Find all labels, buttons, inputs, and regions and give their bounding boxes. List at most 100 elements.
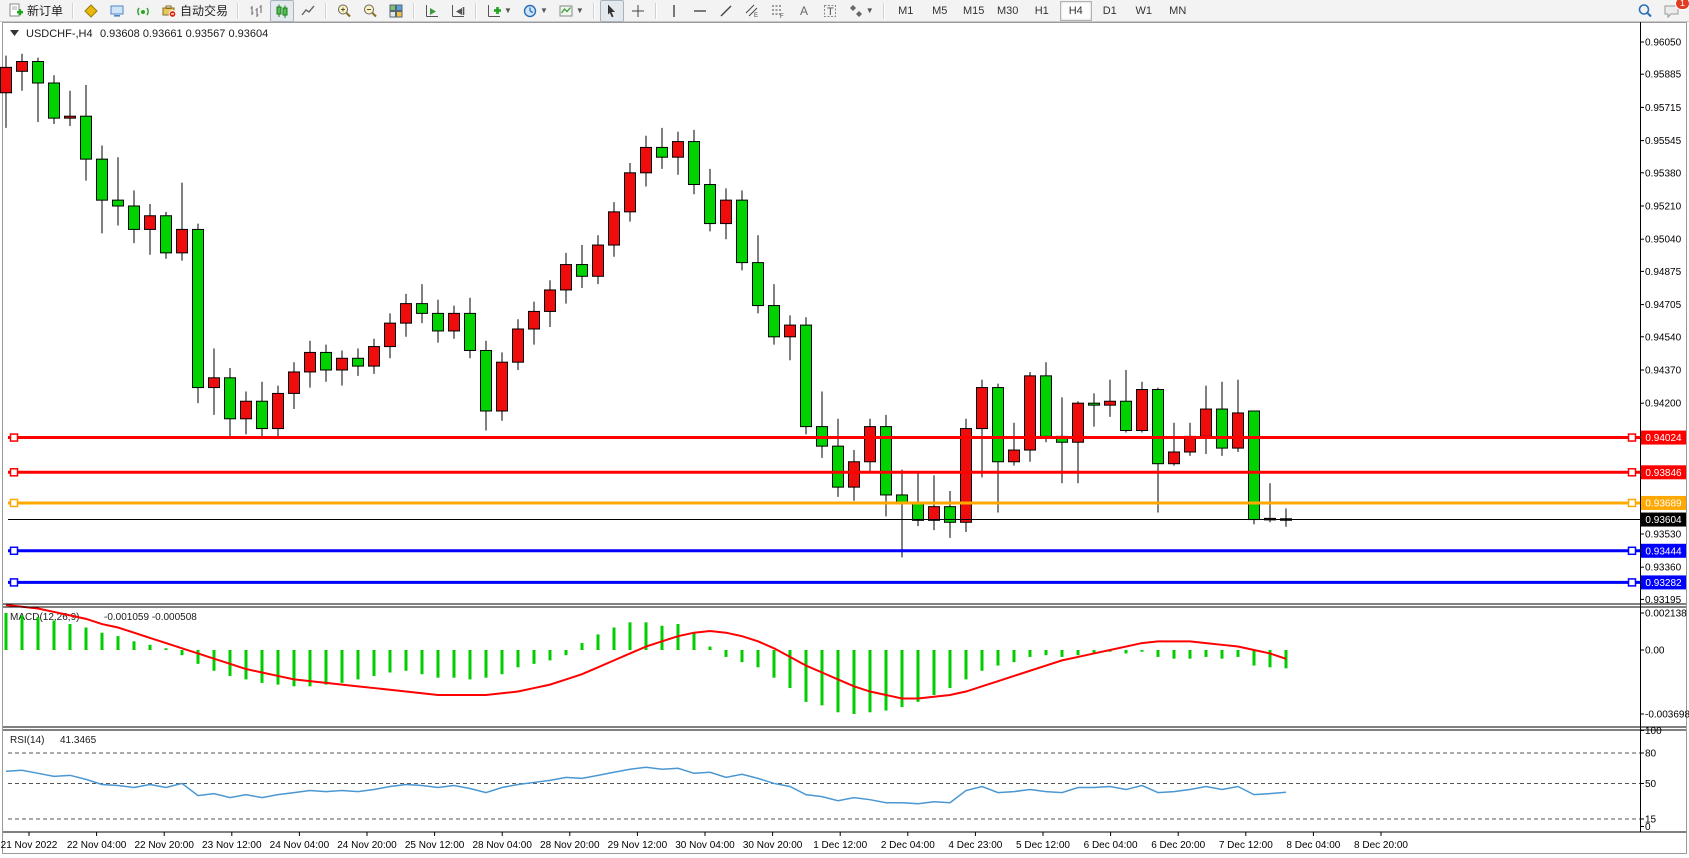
timeframe-h1-button[interactable]: H1 [1026, 1, 1058, 21]
line-handle[interactable] [1629, 499, 1636, 506]
bull-candle [849, 462, 860, 487]
horizontal-line-tool-button[interactable] [688, 0, 712, 22]
bear-candle [481, 350, 492, 411]
indicators-button[interactable]: ▼ [482, 0, 516, 22]
time-tick-label: 30 Nov 20:00 [743, 840, 803, 851]
candlestick-mode-button[interactable] [270, 0, 294, 22]
time-tick-label: 28 Nov 04:00 [472, 840, 532, 851]
chart-shift-button[interactable] [446, 0, 470, 22]
cursor-icon [604, 3, 620, 19]
rsi-tick-label: 100 [1645, 726, 1662, 737]
bear-candle [81, 116, 92, 159]
bull-candle [625, 173, 636, 212]
notifications-button[interactable]: 1 [1659, 0, 1685, 22]
bear-candle [193, 229, 204, 387]
line-handle[interactable] [1629, 579, 1636, 586]
zoom-in-button[interactable] [332, 0, 356, 22]
bull-candle [497, 362, 508, 411]
metaeditor-button[interactable] [79, 0, 103, 22]
text-label-tool-button[interactable]: T [818, 0, 842, 22]
time-tick-label: 28 Nov 20:00 [540, 840, 600, 851]
line-handle[interactable] [1629, 434, 1636, 441]
templates-button[interactable]: ▼ [554, 0, 588, 22]
terminal-button[interactable] [105, 0, 129, 22]
auto-scroll-button[interactable] [420, 0, 444, 22]
bull-candle [1233, 413, 1244, 448]
line-handle[interactable] [1629, 469, 1636, 476]
time-tick-label: 24 Nov 04:00 [270, 840, 330, 851]
fibonacci-tool-button[interactable]: F [766, 0, 790, 22]
price-badge-0.93846: 0.93846 [1641, 465, 1686, 479]
timeframe-h4-button[interactable]: H4 [1060, 1, 1092, 21]
line-handle[interactable] [1629, 547, 1636, 554]
application-window: 新订单 自动交易 [0, 0, 1689, 858]
price-tick-label: 0.94370 [1645, 365, 1682, 376]
equidistant-channel-tool-button[interactable]: E [740, 0, 764, 22]
timeframe-m1-button[interactable]: M1 [890, 1, 922, 21]
line-handle[interactable] [11, 547, 18, 554]
new-order-button[interactable]: 新订单 [4, 0, 67, 22]
bear-candle [993, 388, 1004, 462]
auto-scroll-icon [424, 3, 440, 19]
timeframe-m30-button[interactable]: M30 [992, 1, 1024, 21]
toolbar-separator [325, 3, 327, 19]
line-chart-mode-button[interactable] [296, 0, 320, 22]
cursor-tool-button[interactable] [600, 0, 624, 22]
line-handle[interactable] [11, 469, 18, 476]
search-icon [1637, 3, 1653, 19]
bull-candle [17, 62, 28, 72]
price-tick-label: 0.95380 [1645, 168, 1682, 179]
autotrade-button[interactable]: 自动交易 [157, 0, 232, 22]
search-button[interactable] [1633, 0, 1657, 22]
time-tick-label: 24 Nov 20:00 [337, 840, 397, 851]
timeframe-m5-button[interactable]: M5 [924, 1, 956, 21]
line-handle[interactable] [11, 579, 18, 586]
tile-windows-button[interactable] [384, 0, 408, 22]
bear-candle [465, 313, 476, 350]
bull-candle [961, 429, 972, 523]
chart-svg[interactable]: USDCHF-,H4 0.93608 0.93661 0.93567 0.936… [0, 22, 1689, 858]
vertical-line-tool-button[interactable] [662, 0, 686, 22]
svg-text:0.94024: 0.94024 [1645, 433, 1682, 444]
line-handle[interactable] [11, 434, 18, 441]
chart-canvas[interactable]: USDCHF-,H4 0.93608 0.93661 0.93567 0.936… [0, 22, 1689, 858]
text-tool-button[interactable]: A [792, 0, 816, 22]
crosshair-tool-button[interactable] [626, 0, 650, 22]
crosshair-icon [630, 3, 646, 19]
bear-candle [753, 263, 764, 306]
arrows-tool-button[interactable]: ▼ [844, 0, 878, 22]
line-chart-icon [300, 3, 316, 19]
periods-button[interactable]: ▼ [518, 0, 552, 22]
price-badge-0.93444: 0.93444 [1641, 544, 1686, 558]
timeframe-w1-button[interactable]: W1 [1128, 1, 1160, 21]
zoom-out-button[interactable] [358, 0, 382, 22]
bull-candle [289, 372, 300, 393]
price-badge-0.93604: 0.93604 [1641, 513, 1686, 527]
trendline-tool-button[interactable] [714, 0, 738, 22]
macd-tick-label: 0.002138 [1645, 609, 1687, 620]
signals-button[interactable] [131, 0, 155, 22]
bear-candle [433, 313, 444, 331]
price-tick-label: 0.95040 [1645, 235, 1682, 246]
timeframe-mn-button[interactable]: MN [1162, 1, 1194, 21]
bull-candle [145, 216, 156, 230]
autotrade-icon [161, 3, 177, 19]
toolbar-separator [72, 3, 74, 19]
bar-chart-mode-button[interactable] [244, 0, 268, 22]
bear-candle [353, 358, 364, 366]
bear-candle [417, 304, 428, 314]
new-order-icon [8, 3, 24, 19]
time-tick-label: 30 Nov 04:00 [675, 840, 735, 851]
line-handle[interactable] [11, 499, 18, 506]
bull-candle [545, 290, 556, 311]
timeframe-d1-button[interactable]: D1 [1094, 1, 1126, 21]
price-tick-label: 0.95715 [1645, 103, 1682, 114]
signals-icon [135, 3, 151, 19]
bear-candle [577, 265, 588, 277]
timeframe-m15-button[interactable]: M15 [958, 1, 990, 21]
horizontal-line-icon [692, 3, 708, 19]
price-tick-label: 0.94200 [1645, 399, 1682, 410]
bull-candle [1, 67, 12, 92]
svg-text:F: F [780, 14, 784, 19]
price-tick-label: 0.95210 [1645, 201, 1682, 212]
